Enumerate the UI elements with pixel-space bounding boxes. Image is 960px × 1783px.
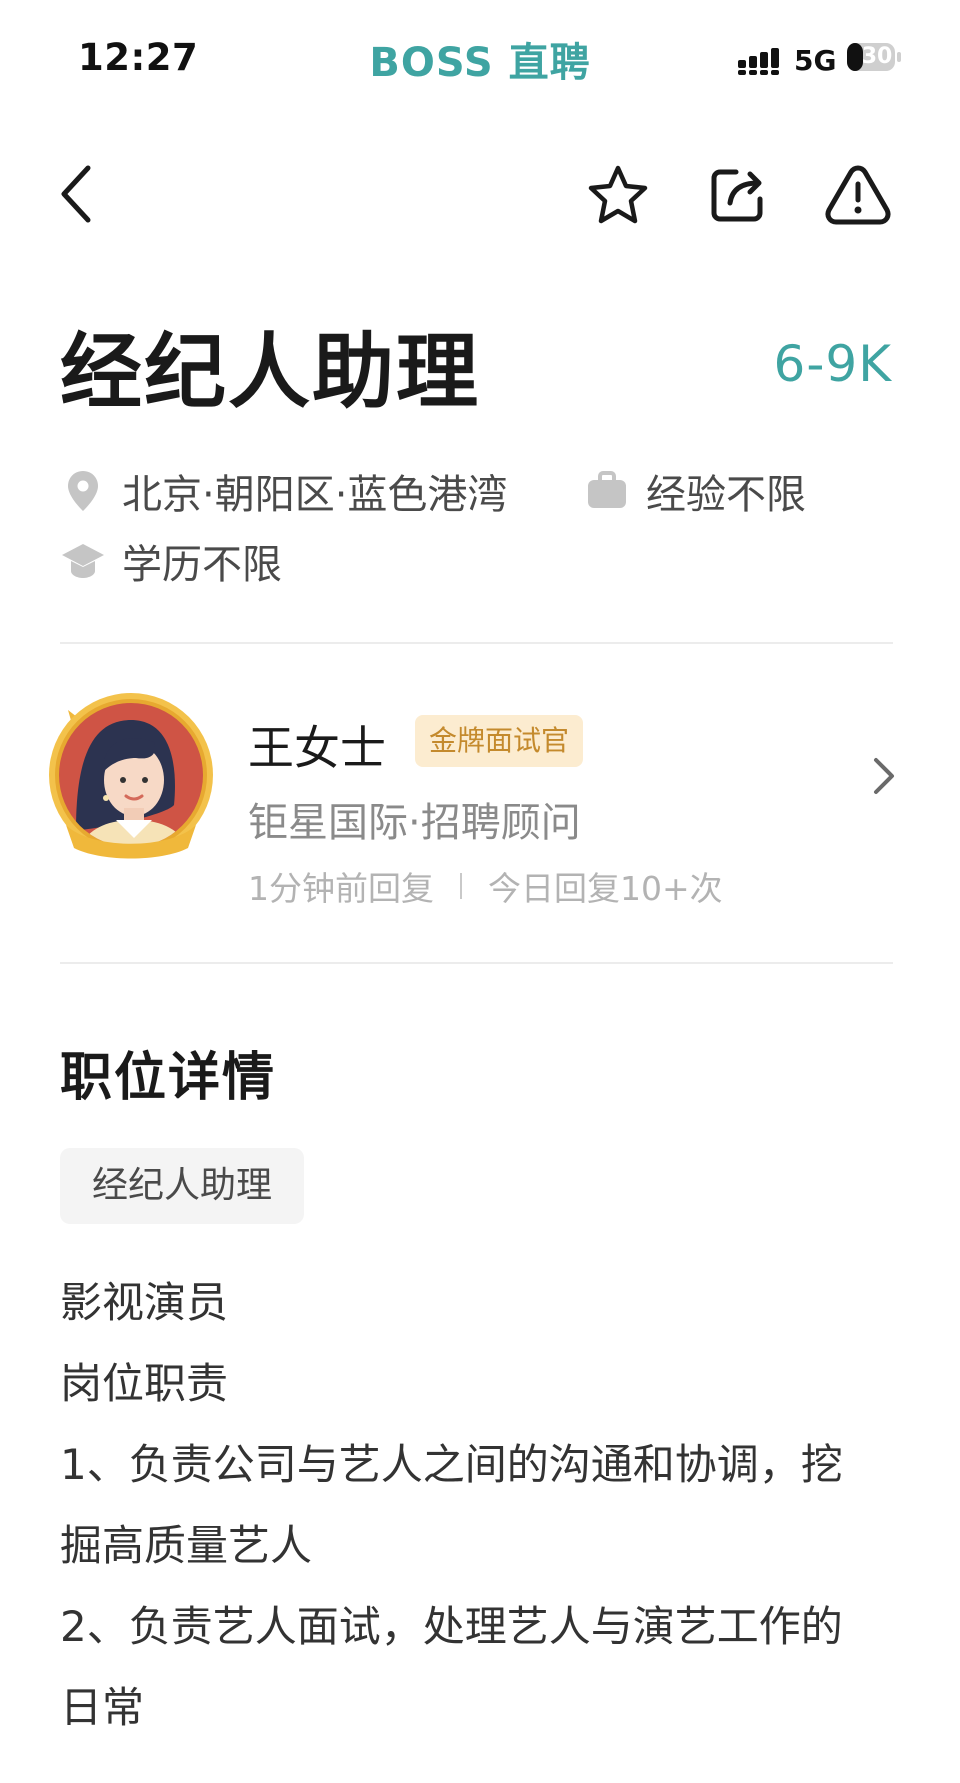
briefcase-icon (588, 471, 626, 508)
recruiter-name: 王女士 (248, 721, 386, 775)
description-line: 影视演员 (60, 1278, 229, 1327)
signal-icon (738, 48, 779, 75)
report-button[interactable] (818, 155, 898, 235)
location-row: 北京·朝阳区·蓝色港湾 (60, 462, 507, 520)
recruiter-company: 钜星国际·招聘顾问 (248, 800, 581, 846)
job-description: 影视演员 岗位职责 1、负责公司与艺人之间的沟通和协调，挖 掘高质量艺人 2、负… (60, 1262, 900, 1748)
location-pin-icon (68, 471, 98, 511)
experience-row: 经验不限 (584, 462, 806, 520)
job-experience: 经验不限 (646, 472, 806, 518)
salary: 6-9K (773, 335, 892, 393)
favorite-button[interactable] (578, 155, 658, 235)
network-type: 5G (794, 44, 837, 77)
job-education: 学历不限 (122, 542, 282, 588)
divider (60, 962, 893, 964)
job-title: 经纪人助理 (60, 325, 481, 420)
back-icon (61, 165, 91, 223)
battery-level: 30 (861, 44, 893, 69)
divider (60, 642, 893, 644)
description-line: 1、负责公司与艺人之间的沟通和协调，挖 (60, 1440, 843, 1489)
description-line: 掘高质量艺人 (60, 1521, 313, 1570)
chevron-right-icon (874, 758, 894, 794)
reply-time: 1分钟前回复 (248, 869, 434, 908)
description-line: 日常 (60, 1683, 145, 1732)
description-line: 2、负责艺人面试，处理艺人与演艺工作的 (60, 1602, 843, 1651)
description-line: 岗位职责 (60, 1359, 229, 1408)
education-row: 学历不限 (60, 532, 282, 590)
back-button[interactable] (36, 154, 116, 234)
share-button[interactable] (698, 155, 778, 235)
star-icon (588, 165, 648, 224)
gold-interviewer-badge: 金牌面试官 (415, 715, 584, 767)
job-location: 北京·朝阳区·蓝色港湾 (122, 472, 508, 518)
graduation-cap-icon (62, 544, 104, 578)
share-icon (711, 169, 763, 222)
section-title-job-details: 职位详情 (60, 1048, 277, 1108)
report-icon (825, 165, 891, 225)
battery-icon: 30 (846, 42, 902, 72)
job-tag: 经纪人助理 (60, 1148, 304, 1224)
recruiter-avatar (49, 693, 213, 859)
recruiter-reply-info: 1分钟前回复 今日回复10+次 (248, 862, 723, 910)
separator (460, 873, 462, 899)
reply-count: 今日回复10+次 (488, 869, 723, 908)
